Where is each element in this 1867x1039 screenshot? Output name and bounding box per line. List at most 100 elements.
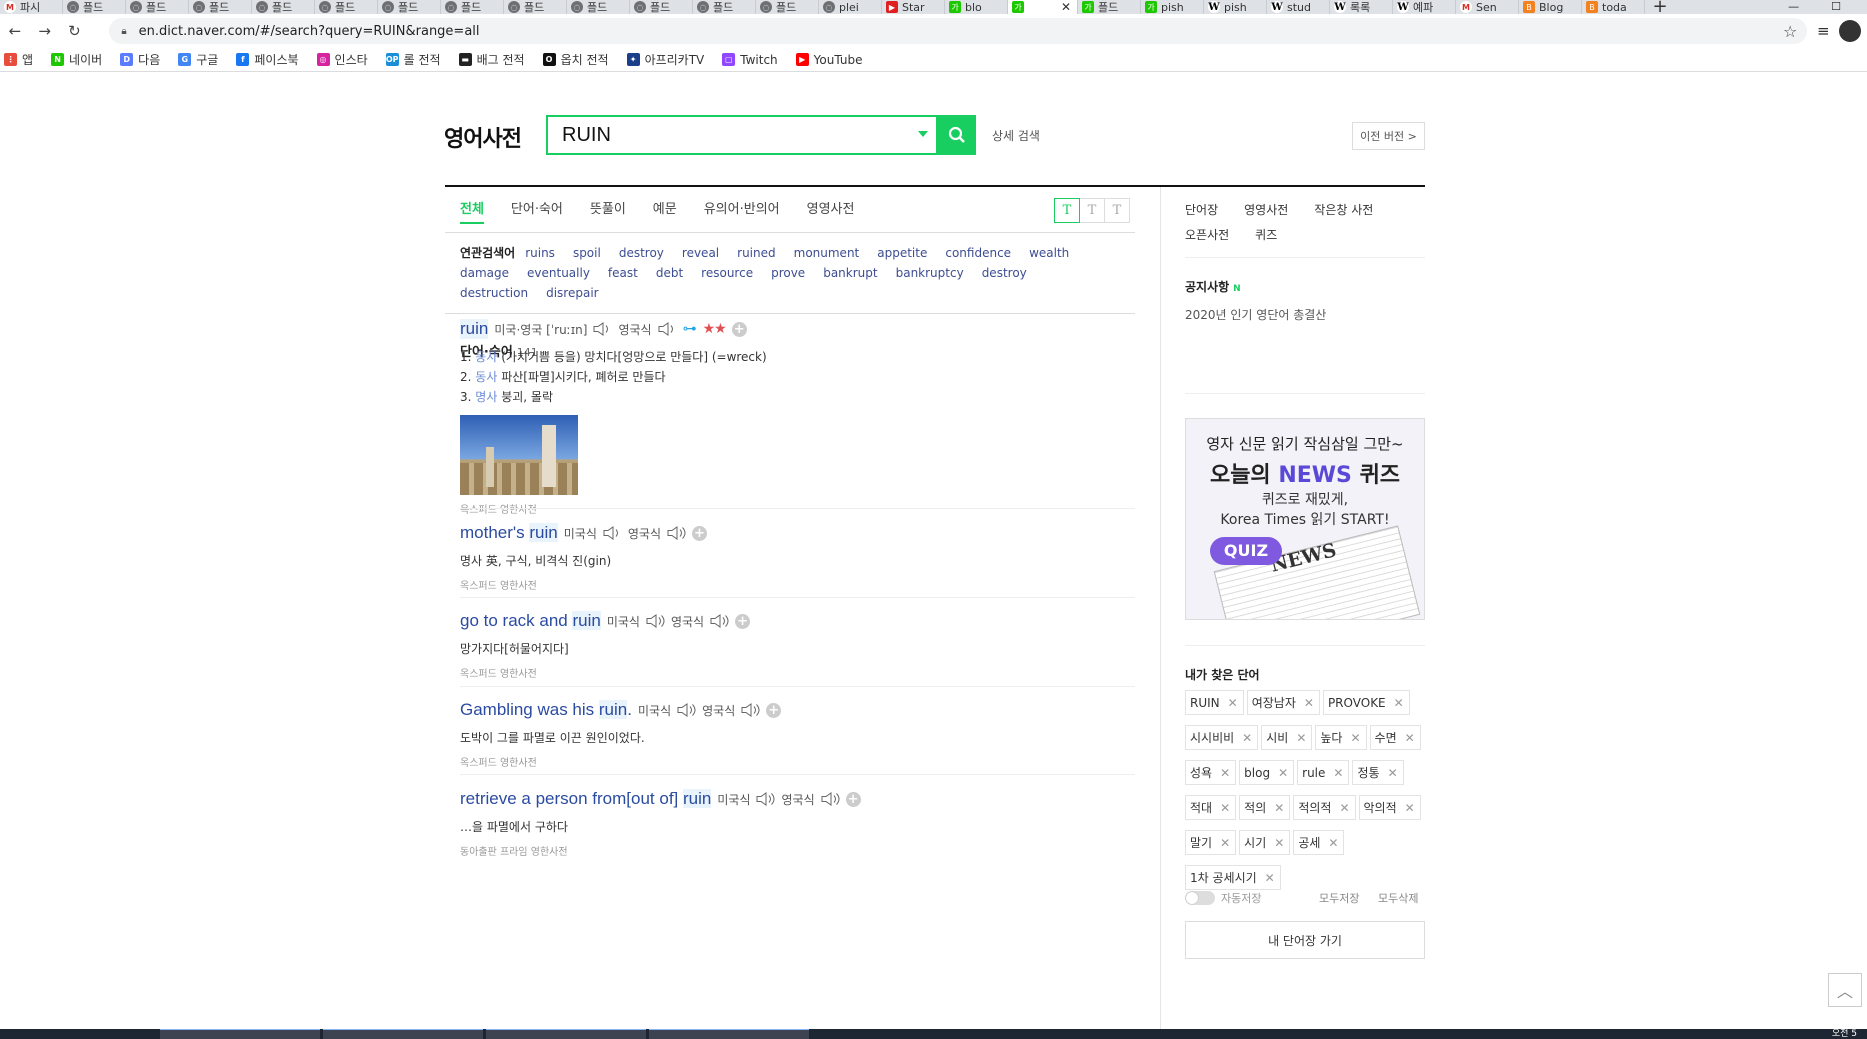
browser-tab[interactable]: ◌ 플드 (315, 0, 378, 14)
tab-meanings[interactable]: 뜻풀이 (590, 198, 626, 224)
remove-word-icon[interactable]: ✕ (1394, 696, 1404, 710)
back-icon[interactable]: ← (0, 22, 30, 40)
related-term-link[interactable]: disrepair (546, 283, 599, 303)
remove-word-icon[interactable]: ✕ (1350, 731, 1360, 745)
tab-examples[interactable]: 예문 (653, 198, 677, 224)
toggle-switch[interactable] (1185, 891, 1215, 905)
my-word-chip[interactable]: 시기 ✕ (1239, 830, 1291, 855)
browser-tab[interactable]: 가 blo (945, 0, 1008, 14)
search-button[interactable] (938, 115, 976, 155)
bookmark-item[interactable]: D 다음 (120, 51, 160, 68)
add-to-wordbook-icon[interactable]: + (845, 791, 861, 807)
remove-word-icon[interactable]: ✕ (1220, 836, 1230, 850)
browser-tab[interactable]: ▶ Star (882, 0, 945, 14)
browser-tab[interactable]: ◌ 플드 (504, 0, 567, 14)
save-all-button[interactable]: 모두저장 (1319, 890, 1359, 906)
forward-icon[interactable]: → (30, 22, 60, 40)
entry-word-link[interactable]: go to rack and ruin (460, 611, 601, 631)
speaker-icon[interactable] (603, 526, 622, 540)
advanced-search-link[interactable]: 상세 검색 (992, 127, 1040, 144)
tab-all[interactable]: 전체 (460, 198, 484, 224)
remove-word-icon[interactable]: ✕ (1333, 766, 1343, 780)
my-word-chip[interactable]: 성욕 ✕ (1185, 760, 1237, 785)
related-term-link[interactable]: resource (701, 263, 753, 283)
remove-word-icon[interactable]: ✕ (1220, 766, 1230, 780)
related-term-link[interactable]: ruins (525, 243, 555, 263)
tab-english-english[interactable]: 영영사전 (807, 198, 855, 224)
related-term-link[interactable]: destruction (460, 283, 528, 303)
delete-all-button[interactable]: 모두삭제 (1378, 890, 1418, 906)
sidebar-link-wordbook[interactable]: 단어장 (1185, 198, 1218, 223)
remove-word-icon[interactable]: ✕ (1405, 731, 1415, 745)
browser-tab[interactable]: B Blog (1519, 0, 1582, 14)
sidebar-link-mini-dict[interactable]: 작은창 사전 (1314, 198, 1373, 223)
entry-word-link[interactable]: mother's ruin (460, 523, 558, 543)
browser-tab[interactable]: Wstud (1267, 0, 1330, 14)
my-word-chip[interactable]: 적대 ✕ (1185, 795, 1237, 820)
remove-word-icon[interactable]: ✕ (1265, 871, 1275, 885)
my-word-chip[interactable]: 적의 ✕ (1239, 795, 1291, 820)
bookmark-item[interactable]: ▬ 배그 전적 (458, 51, 525, 68)
search-input[interactable] (548, 123, 908, 147)
remove-word-icon[interactable]: ✕ (1242, 731, 1252, 745)
related-term-link[interactable]: destroy (982, 263, 1027, 283)
speaker-icon[interactable] (756, 792, 775, 806)
related-term-link[interactable]: confidence (945, 243, 1011, 263)
my-word-chip[interactable]: 수면 ✕ (1369, 725, 1421, 750)
related-term-link[interactable]: prove (771, 263, 805, 283)
sidebar-link-open-dict[interactable]: 오픈사전 (1185, 223, 1229, 248)
dropdown-arrow-icon[interactable] (918, 131, 928, 137)
taskbar-app[interactable] (649, 1029, 809, 1039)
browser-tab[interactable]: 가 ✕ (1008, 0, 1078, 14)
entry-image[interactable] (460, 415, 578, 495)
related-term-link[interactable]: reveal (682, 243, 719, 263)
add-to-wordbook-icon[interactable]: + (692, 525, 707, 541)
taskbar-app[interactable] (323, 1029, 483, 1039)
add-to-wordbook-icon[interactable]: + (735, 613, 751, 629)
remove-word-icon[interactable]: ✕ (1405, 801, 1415, 815)
related-term-link[interactable]: destroy (619, 243, 664, 263)
related-term-link[interactable]: bankruptcy (896, 263, 964, 283)
browser-tab[interactable]: Wpish (1204, 0, 1267, 14)
browser-tab[interactable]: ◌ 플드 (756, 0, 819, 14)
remove-word-icon[interactable]: ✕ (1274, 836, 1284, 850)
font-size-small-button[interactable]: T (1054, 198, 1080, 223)
browser-tab[interactable]: M 파시 (0, 0, 63, 14)
remove-word-icon[interactable]: ✕ (1388, 766, 1398, 780)
remove-word-icon[interactable]: ✕ (1328, 836, 1338, 850)
bookmark-item[interactable]: ⋮ 앱 (4, 51, 33, 68)
speaker-icon[interactable] (741, 703, 760, 717)
browser-tab[interactable]: ◌ 플드 (63, 0, 126, 14)
add-to-wordbook-icon[interactable]: + (731, 321, 747, 337)
my-word-chip[interactable]: 시시비비 ✕ (1185, 725, 1259, 750)
my-word-chip[interactable]: 1차 공세시기 ✕ (1185, 865, 1281, 890)
tab-synonyms[interactable]: 유의어·반의어 (704, 198, 780, 224)
bookmark-item[interactable]: f 페이스북 (236, 51, 299, 68)
address-bar[interactable]: 🔒︎ en.dict.naver.com/#/search?query=RUIN… (109, 18, 1808, 44)
bookmark-item[interactable]: OP 롤 전적 (385, 51, 441, 68)
bookmark-item[interactable]: ▶ YouTube (795, 53, 862, 67)
font-size-large-button[interactable]: T (1104, 198, 1130, 223)
my-word-chip[interactable]: RUIN ✕ (1185, 690, 1244, 715)
bookmark-item[interactable]: O 옵치 전적 (542, 51, 609, 68)
font-size-medium-button[interactable]: T (1079, 198, 1105, 223)
my-word-chip[interactable]: 적의적 ✕ (1293, 795, 1356, 820)
entry-example-link[interactable]: Gambling was his ruin. (460, 700, 632, 720)
speaker-icon[interactable] (658, 322, 677, 336)
my-word-chip[interactable]: 공세 ✕ (1293, 830, 1345, 855)
browser-tab[interactable]: ◌ 플드 (567, 0, 630, 14)
bookmark-star-icon[interactable]: ☆ (1783, 22, 1797, 41)
goto-wordbook-button[interactable]: 내 단어장 가기 (1185, 921, 1425, 959)
my-word-chip[interactable]: 높다 ✕ (1315, 725, 1367, 750)
entry-word-link[interactable]: retrieve a person from[out of] ruin (460, 789, 712, 809)
browser-tab[interactable]: Btoda (1582, 0, 1645, 14)
related-term-link[interactable]: damage (460, 263, 509, 283)
browser-tab[interactable]: ◌ 플드 (630, 0, 693, 14)
browser-tab[interactable]: W 예파 (1393, 0, 1456, 14)
related-term-link[interactable]: debt (656, 263, 683, 283)
notice-item[interactable]: 2020년 인기 영단어 총결산 (1185, 306, 1326, 323)
remove-word-icon[interactable]: ✕ (1304, 696, 1314, 710)
browser-tab[interactable]: 가 pish (1141, 0, 1204, 14)
speaker-icon[interactable] (593, 322, 612, 336)
remove-word-icon[interactable]: ✕ (1220, 801, 1230, 815)
